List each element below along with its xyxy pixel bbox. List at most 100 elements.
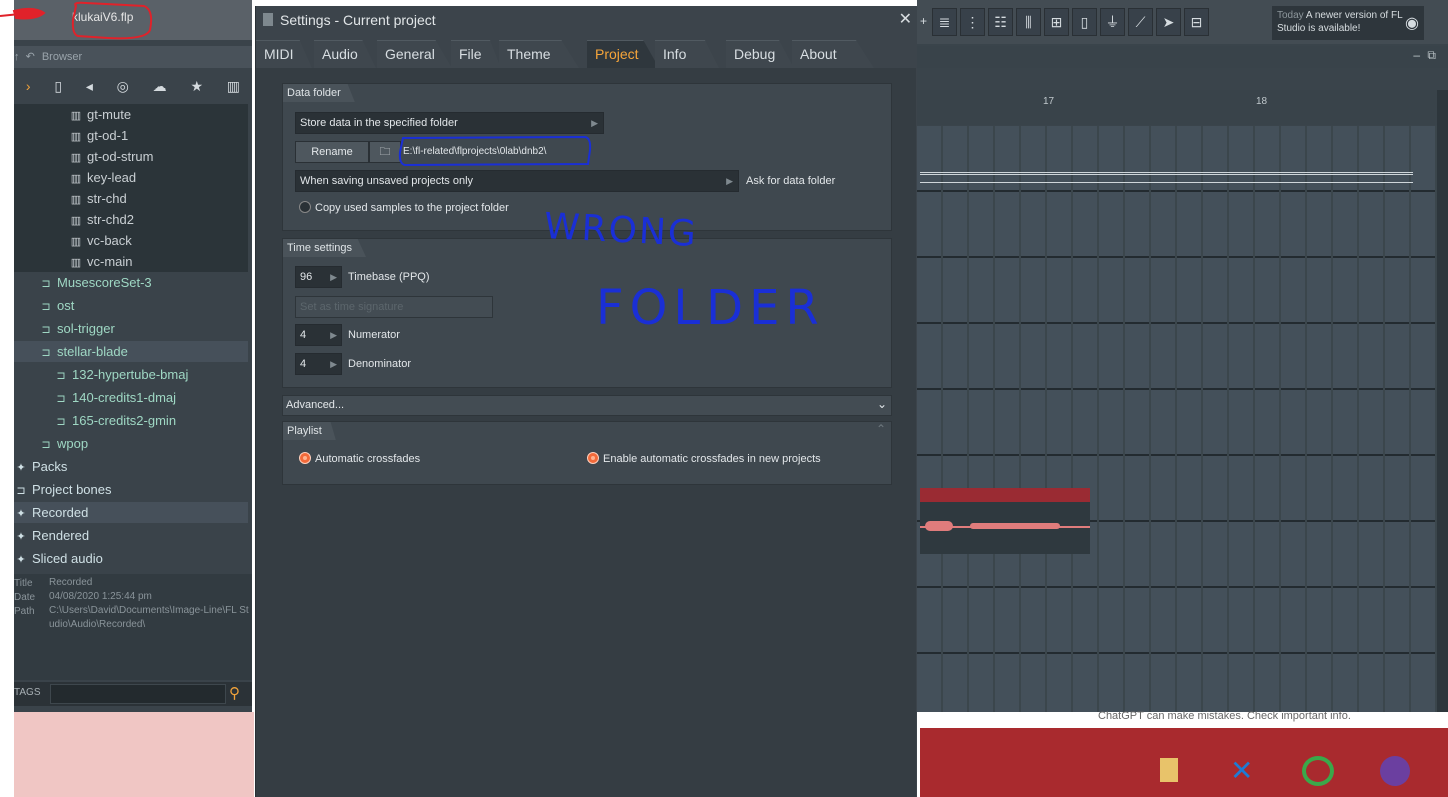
browser-item-label: Packs xyxy=(32,459,68,474)
browser-item[interactable]: ✦ Rendered xyxy=(14,525,248,546)
tab-project[interactable]: Project xyxy=(587,40,659,68)
visual-studio-icon[interactable]: ✕ xyxy=(1230,754,1253,787)
browser-item[interactable]: ▥ key-lead xyxy=(14,167,248,188)
set-time-signature-button[interactable]: Set as time signature xyxy=(295,296,493,318)
browser-item[interactable]: ⊐ MusescoreSet-3 xyxy=(14,272,248,293)
news-panel[interactable]: Today A newer version of FL Studio is av… xyxy=(1272,6,1424,40)
globe-icon[interactable]: ◎ xyxy=(117,78,129,95)
copy-samples-radio[interactable] xyxy=(299,201,311,213)
globe-icon[interactable]: ◉ xyxy=(1405,13,1419,33)
minimize-icon[interactable]: – xyxy=(1413,48,1420,62)
metronome-icon[interactable]: ⟋ xyxy=(1128,8,1153,36)
mixer-icon[interactable]: ⫼ xyxy=(1016,8,1041,36)
playlist-header-bar: – ⧉ xyxy=(917,46,1448,68)
annotation-wrong: WRONG xyxy=(543,206,699,255)
folder-icon: 🗀 xyxy=(379,146,391,158)
browser-item[interactable]: ▥ str-chd xyxy=(14,188,248,209)
plugin-icon[interactable]: ⏚ xyxy=(1100,8,1125,36)
auto-crossfades-option[interactable]: Automatic crossfades xyxy=(299,448,420,470)
browser-item[interactable]: ▥ vc-main xyxy=(14,251,248,272)
red-circle-annotation-icon xyxy=(71,1,153,40)
ask-data-folder-label: Ask for data folder xyxy=(746,175,836,187)
piano-icon[interactable]: ▥ xyxy=(227,78,240,95)
cart-icon[interactable]: ⊟ xyxy=(1184,8,1209,36)
tags-label: TAGS xyxy=(14,687,41,698)
enable-auto-crossfades-radio[interactable] xyxy=(587,452,599,464)
tab-general[interactable]: General xyxy=(377,40,452,68)
tab-midi[interactable]: MIDI xyxy=(256,40,312,68)
audio-file-icon: ▥ xyxy=(70,152,82,164)
browser-filter-icons: › ▯ ◂ ◎ ☁ ★ ▥ xyxy=(14,72,252,100)
plus-icon[interactable]: + xyxy=(920,14,927,28)
touch-icon[interactable]: ➤ xyxy=(1156,8,1181,36)
folder-icon: ⊐ xyxy=(41,278,51,290)
browser-item[interactable]: ▥ gt-mute xyxy=(14,104,248,125)
folder-icon: ✦ xyxy=(16,508,26,520)
browser-item[interactable]: ✦ Sliced audio xyxy=(14,548,248,569)
github-icon[interactable] xyxy=(1380,756,1410,786)
tab-about[interactable]: About xyxy=(792,40,874,68)
browser-item[interactable]: ⊐ Project bones xyxy=(14,479,248,500)
anaconda-icon[interactable] xyxy=(1302,756,1334,786)
browser-item[interactable]: ⊐ 140-credits1-dmaj xyxy=(14,387,248,408)
tab-file[interactable]: File xyxy=(451,40,501,68)
search-icon[interactable]: ⚲ xyxy=(229,684,240,702)
browser-item[interactable]: ⊐ sol-trigger xyxy=(14,318,248,339)
browser-item[interactable]: ⊐ wpop xyxy=(14,433,248,454)
numerator-spinner[interactable]: 4 ▶ xyxy=(295,324,342,346)
browser-item[interactable]: ▥ gt-od-1 xyxy=(14,125,248,146)
vertical-scrollbar[interactable] xyxy=(1437,90,1448,712)
copy-samples-option[interactable]: Copy used samples to the project folder xyxy=(299,197,509,219)
up-arrow-icon[interactable]: ↑ xyxy=(14,51,20,63)
auto-crossfades-radio[interactable] xyxy=(299,452,311,464)
browser-item[interactable]: ⊐ 132-hypertube-bmaj xyxy=(14,364,248,385)
browser-item[interactable]: ✦ Recorded xyxy=(14,502,248,523)
tab-audio[interactable]: Audio xyxy=(314,40,376,68)
browser-item[interactable]: ⊐ ost xyxy=(14,295,248,316)
auto-crossfades-label: Automatic crossfades xyxy=(315,453,421,465)
browser-item[interactable]: ⊐ stellar-blade xyxy=(14,341,248,362)
cloud-icon[interactable]: ☁ xyxy=(153,78,167,95)
refresh-icon[interactable]: ↶ xyxy=(26,51,35,63)
rename-button[interactable]: Rename xyxy=(295,141,369,163)
enable-auto-crossfades-option[interactable]: Enable automatic crossfades in new proje… xyxy=(587,448,821,470)
speaker-icon[interactable]: ◂ xyxy=(86,78,93,95)
tags-search-field[interactable] xyxy=(50,684,226,704)
denominator-spinner[interactable]: 4 ▶ xyxy=(295,353,342,375)
playlist-group: Playlist ⌃ Automatic crossfades Enable a… xyxy=(282,421,892,485)
playlist-grid[interactable] xyxy=(917,126,1437,712)
close-icon[interactable]: ✕ xyxy=(899,6,912,34)
denominator-value: 4 xyxy=(300,358,307,370)
piano-roll-icon[interactable]: ⋮ xyxy=(960,8,985,36)
tab-info[interactable]: Info xyxy=(655,40,719,68)
file-icon[interactable]: ▯ xyxy=(54,78,62,95)
browser-item[interactable]: ▥ gt-od-strum xyxy=(14,146,248,167)
tab-theme[interactable]: Theme xyxy=(499,40,579,68)
playlist-icon[interactable]: ≣ xyxy=(932,8,957,36)
star-icon[interactable]: ★ xyxy=(190,78,203,95)
folder-icon: ⊐ xyxy=(56,393,66,405)
browser-item[interactable]: ✦ Packs xyxy=(14,456,248,477)
folder-icon: ⊐ xyxy=(56,416,66,428)
browser-item[interactable]: ▥ str-chd2 xyxy=(14,209,248,230)
back-icon[interactable]: › xyxy=(26,78,31,94)
browser-item[interactable]: ⊐ 165-credits2-gmin xyxy=(14,410,248,431)
browser-item-label: gt-od-1 xyxy=(87,128,129,143)
chevron-up-icon[interactable]: ⌃ xyxy=(876,422,886,436)
store-data-dropdown[interactable]: Store data in the specified folder ▶ xyxy=(295,112,604,134)
folder-shortcut-icon[interactable] xyxy=(1160,758,1178,782)
timebase-spinner[interactable]: 96 ▶ xyxy=(295,266,342,288)
browser-item[interactable]: ▥ vc-back xyxy=(14,230,248,251)
browser-tree-icon[interactable]: ⊞ xyxy=(1044,8,1069,36)
audio-clip-header[interactable] xyxy=(920,488,1090,502)
chevron-down-icon[interactable]: ⌄ xyxy=(877,397,887,411)
restore-icon[interactable]: ⧉ xyxy=(1427,48,1436,63)
browser-item-label: str-chd xyxy=(87,191,127,206)
channel-rack-icon[interactable]: ☷ xyxy=(988,8,1013,36)
when-saving-dropdown[interactable]: When saving unsaved projects only ▶ xyxy=(295,170,739,192)
tab-debug[interactable]: Debug xyxy=(726,40,794,68)
audio-clip[interactable] xyxy=(920,502,1090,554)
advanced-row[interactable]: Advanced... ⌄ xyxy=(282,395,892,416)
file-icon[interactable]: ▯ xyxy=(1072,8,1097,36)
timeline-ruler[interactable]: 17 18 xyxy=(917,90,1448,125)
